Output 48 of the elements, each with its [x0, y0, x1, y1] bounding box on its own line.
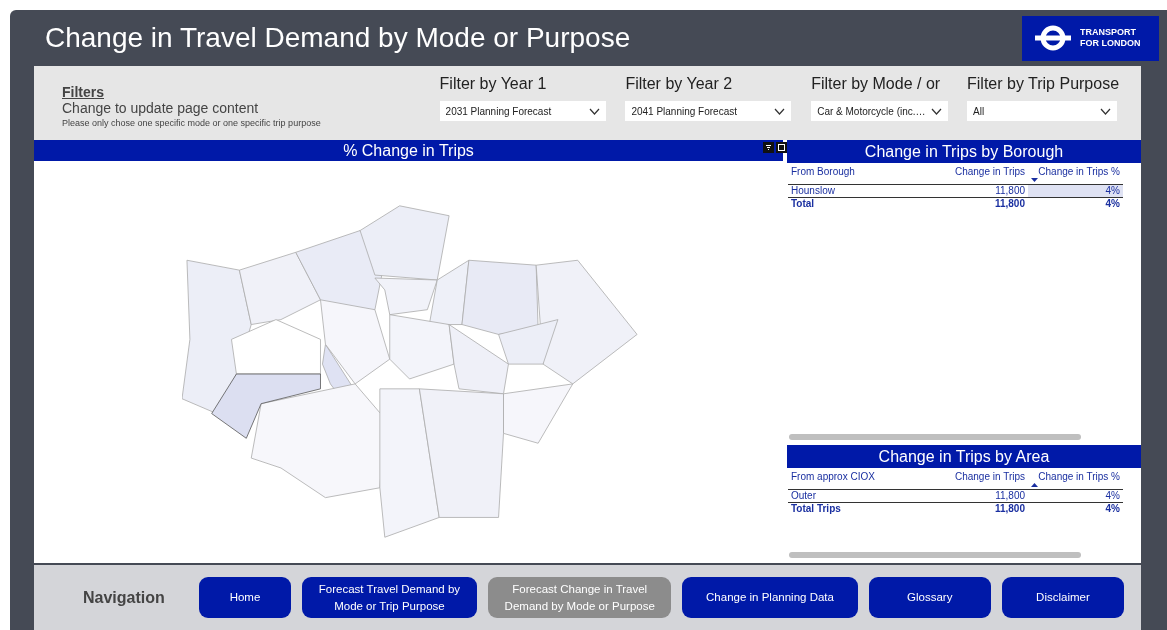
slicer-label: Filter by Mode / or: [811, 75, 942, 93]
total-cell-text: 11,800: [993, 198, 1026, 210]
table-cell: 11,800: [938, 490, 1028, 503]
nav-button[interactable]: Forecast Travel Demand by Mode or Trip Purpose: [301, 577, 478, 618]
chevron-down-icon: [931, 107, 943, 115]
filter-icon[interactable]: [763, 142, 774, 153]
table-cell: 4%: [1028, 185, 1123, 198]
slicer-label: Filter by Year 1: [439, 75, 548, 93]
navigation-label: Navigation: [83, 588, 166, 607]
table-title: Change in Trips by Area: [878, 447, 1050, 466]
dropdown[interactable]: 2041 Planning Forecast: [625, 101, 792, 121]
column-header[interactable]: Change in Trips: [938, 163, 1028, 185]
total-cell-text: Total: [790, 198, 816, 210]
chevron-down-icon: [774, 107, 786, 115]
table-cell: Outer: [788, 490, 938, 503]
nav-button[interactable]: Glossary: [868, 577, 991, 618]
slicer-label: Filter by Year 2: [625, 75, 734, 93]
map-title: % Change in Trips: [343, 141, 474, 160]
logo-text: FOR LONDON: [1080, 38, 1141, 49]
filters-note: Please only chose one specific mode or one specific trip purpose: [62, 118, 322, 128]
column-header[interactable]: Change in Trips %: [1028, 468, 1123, 490]
dropdown[interactable]: All: [967, 101, 1117, 121]
nav-button[interactable]: Home: [199, 577, 291, 618]
total-cell-text: 11,800: [993, 503, 1026, 515]
roundel-icon: [1034, 25, 1072, 51]
scrollbar[interactable]: [789, 434, 1081, 440]
focus-mode-icon[interactable]: [776, 142, 787, 153]
column-header[interactable]: From Borough: [788, 163, 938, 185]
table-cell: 4%: [1028, 490, 1123, 503]
chevron-down-icon: [588, 107, 600, 115]
total-cell-text: 4%: [1104, 198, 1121, 210]
table-cell: Hounslow: [788, 185, 938, 198]
nav-button[interactable]: Disclaimer: [1001, 577, 1124, 618]
column-header[interactable]: Change in Trips: [938, 468, 1028, 490]
slicer-label: Filter by Trip Purpose: [967, 75, 1117, 93]
page-title: Change in Travel Demand by Mode or Purpose: [45, 22, 631, 54]
nav-button[interactable]: Change in Planning Data: [682, 577, 858, 618]
scrollbar[interactable]: [789, 552, 1081, 558]
filters-subtitle: Change to update page content: [62, 100, 260, 116]
total-cell-text: Total Trips: [790, 503, 842, 515]
dropdown[interactable]: Car & Motorcycle (inc.…: [811, 101, 949, 121]
table-title: Change in Trips by Borough: [864, 142, 1064, 161]
column-header[interactable]: From approx CIOX: [788, 468, 938, 490]
dropdown[interactable]: 2031 Planning Forecast: [439, 101, 606, 121]
total-cell-text: 4%: [1104, 503, 1121, 515]
logo-text: TRANSPORT: [1080, 27, 1137, 38]
chevron-down-icon: [1100, 107, 1111, 115]
filters-heading: Filters: [62, 84, 105, 100]
